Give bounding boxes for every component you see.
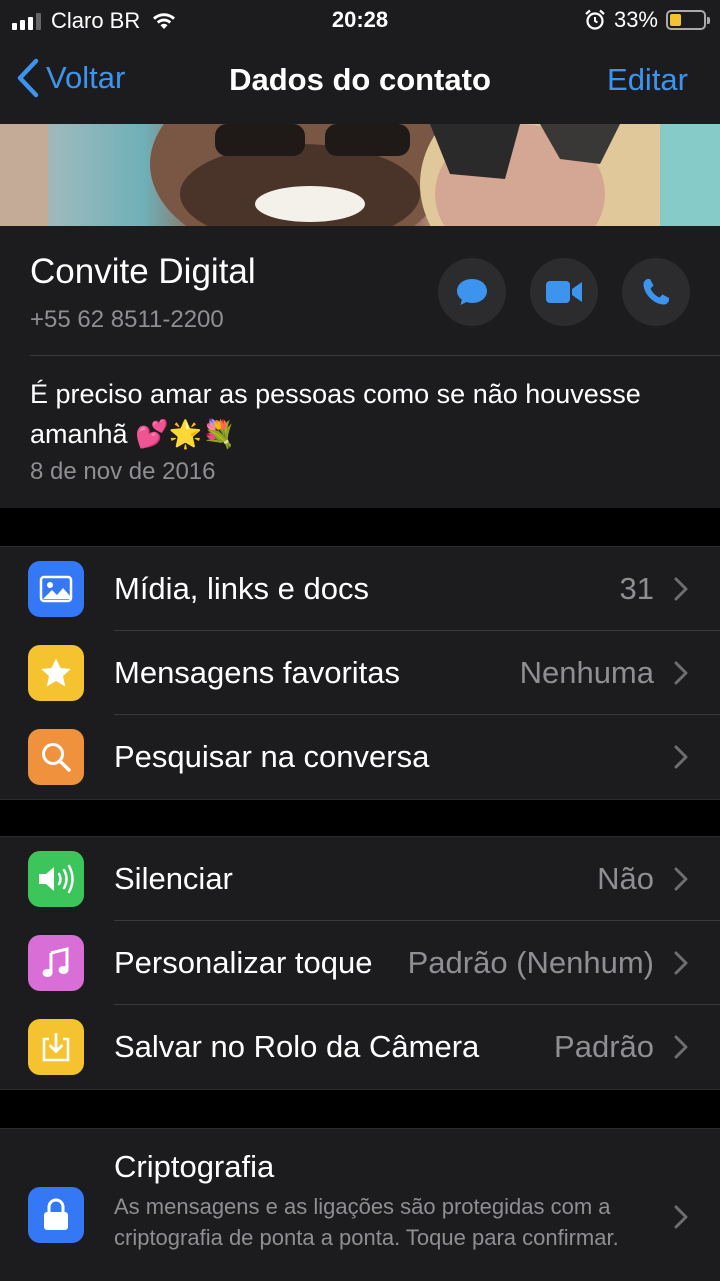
media-links-docs-label: Mídia, links e docs <box>114 571 369 606</box>
chevron-right-icon <box>674 1035 688 1059</box>
custom-tone-row[interactable]: Personalizar toque Padrão (Nenhum) <box>0 921 720 1005</box>
encryption-description: As mensagens e as ligações são protegida… <box>114 1194 619 1250</box>
mute-value: Não <box>597 861 654 896</box>
battery-icon <box>666 10 710 30</box>
battery-fill <box>670 14 681 26</box>
alarm-icon <box>585 9 605 30</box>
contact-phone: +55 62 8511-2200 <box>30 306 224 333</box>
profile-photo[interactable] <box>0 124 720 226</box>
chevron-right-icon <box>674 867 688 891</box>
search-chat-label: Pesquisar na conversa <box>114 739 430 774</box>
status-bar: Claro BR 20:28 33% <box>0 0 720 40</box>
speaker-icon <box>28 851 84 907</box>
divider <box>30 355 720 356</box>
phone-call-button[interactable] <box>622 258 690 326</box>
starred-messages-row[interactable]: Mensagens favoritas Nenhuma <box>0 631 720 715</box>
save-to-camera-roll-value: Padrão <box>554 1029 654 1064</box>
media-links-docs-row[interactable]: Mídia, links e docs 31 <box>0 547 720 631</box>
starred-messages-label: Mensagens favoritas <box>114 655 401 690</box>
mute-row[interactable]: Silenciar Não <box>0 837 720 921</box>
starred-messages-value: Nenhuma <box>519 655 654 690</box>
custom-tone-label: Personalizar toque <box>114 945 373 980</box>
save-to-camera-roll-label: Salvar no Rolo da Câmera <box>114 1029 480 1064</box>
photo-icon <box>28 561 84 617</box>
phone-call-icon <box>643 279 669 305</box>
lock-icon <box>28 1187 84 1243</box>
contact-name: Convite Digital <box>30 252 256 291</box>
status-date: 8 de nov de 2016 <box>30 458 216 485</box>
chevron-right-icon <box>674 745 688 769</box>
music-note-icon <box>28 935 84 991</box>
search-icon <box>28 729 84 785</box>
message-icon <box>457 279 487 305</box>
video-call-icon <box>546 281 582 303</box>
video-call-button[interactable] <box>530 258 598 326</box>
media-options-group: Mídia, links e docs 31 Mensagens favorit… <box>0 546 720 800</box>
navigation-bar: Voltar Dados do contato Editar <box>0 40 720 124</box>
chevron-right-icon <box>674 661 688 685</box>
custom-tone-value: Padrão (Nenhum) <box>407 945 654 980</box>
contact-info-card: Convite Digital +55 62 8511-2200 É preci… <box>0 226 720 508</box>
notification-options-group: Silenciar Não Personalizar toque Padrão … <box>0 836 720 1090</box>
chevron-right-icon <box>674 577 688 601</box>
chevron-right-icon <box>674 951 688 975</box>
encryption-row[interactable]: Criptografia As mensagens e as ligações … <box>0 1128 720 1281</box>
edit-button[interactable]: Editar <box>607 62 688 98</box>
profile-photo-image <box>0 124 720 226</box>
star-icon <box>28 645 84 701</box>
mute-label: Silenciar <box>114 861 233 896</box>
download-icon <box>28 1019 84 1075</box>
encryption-title: Criptografia <box>114 1149 275 1184</box>
search-chat-row[interactable]: Pesquisar na conversa <box>0 715 720 799</box>
save-to-camera-roll-row[interactable]: Salvar no Rolo da Câmera Padrão <box>0 1005 720 1089</box>
media-count: 31 <box>619 571 654 606</box>
battery-percent: 33% <box>613 7 658 32</box>
chevron-right-icon <box>674 1205 688 1229</box>
contact-status: É preciso amar as pessoas como se não ho… <box>30 379 641 449</box>
message-button[interactable] <box>438 258 506 326</box>
